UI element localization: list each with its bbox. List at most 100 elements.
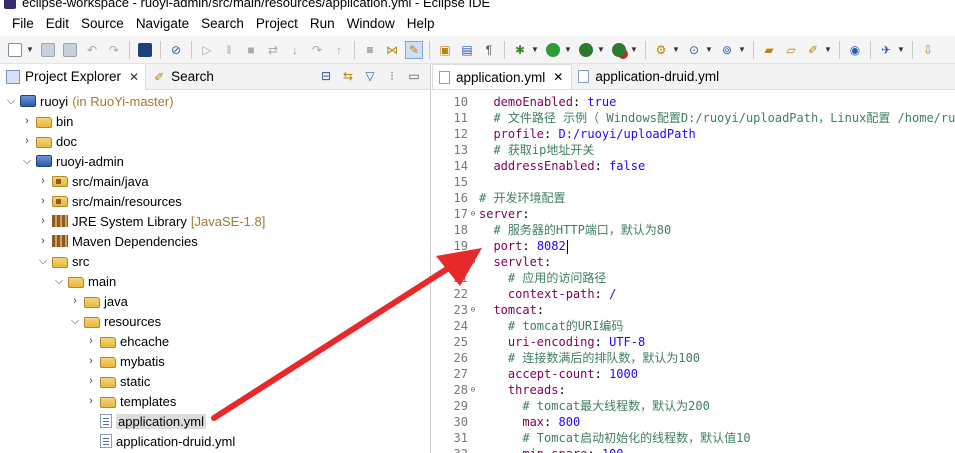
chevron-right-icon[interactable]: › bbox=[84, 355, 98, 367]
skip-breakpoints-icon[interactable]: ⊘ bbox=[167, 41, 185, 59]
menu-window[interactable]: Window bbox=[341, 12, 401, 36]
tree-item-ruoyi[interactable]: ⌵ ruoyi (in RuoYi-master) bbox=[4, 91, 174, 111]
run-dropdown-icon[interactable]: ▼ bbox=[564, 45, 572, 54]
tab-application-druid-yml[interactable]: application-druid.yml bbox=[572, 64, 727, 89]
menu-navigate[interactable]: Navigate bbox=[130, 12, 195, 36]
debug-icon[interactable]: ✱ bbox=[511, 41, 529, 59]
code-line[interactable]: 15 bbox=[432, 174, 955, 190]
tab-project-explorer[interactable]: Project Explorer ✕ bbox=[0, 63, 147, 90]
menu-help[interactable]: Help bbox=[401, 12, 441, 36]
fold-toggle-icon[interactable]: ⊖ bbox=[468, 254, 478, 270]
chevron-down-icon[interactable]: ⌵ bbox=[20, 155, 34, 168]
menu-file[interactable]: File bbox=[6, 12, 40, 36]
chevron-right-icon[interactable]: › bbox=[36, 235, 50, 247]
link-with-editor-icon[interactable]: ⇆ bbox=[340, 68, 356, 84]
terminal-icon[interactable] bbox=[136, 41, 154, 59]
code-line[interactable]: 21 # 应用的访问路径 bbox=[432, 270, 955, 286]
debug-dropdown-icon[interactable]: ▼ bbox=[531, 45, 539, 54]
tree-item-main[interactable]: ⌵ main bbox=[52, 271, 116, 291]
coverage-icon[interactable] bbox=[577, 41, 595, 59]
toggle-mark-occurrences-icon[interactable]: ✎ bbox=[405, 40, 423, 59]
resume-icon[interactable]: ▷ bbox=[198, 41, 216, 59]
show-whitespace-icon[interactable]: ¶ bbox=[480, 41, 498, 59]
code-line[interactable]: 28 ⊖ threads: bbox=[432, 382, 955, 398]
chevron-right-icon[interactable]: › bbox=[84, 335, 98, 347]
new-java-project-dropdown-icon[interactable]: ▼ bbox=[672, 45, 680, 54]
code-line[interactable]: 24 # tomcat的URI编码 bbox=[432, 318, 955, 334]
code-line[interactable]: 17 ⊖ server: bbox=[432, 206, 955, 222]
menu-source[interactable]: Source bbox=[75, 12, 130, 36]
chevron-right-icon[interactable]: › bbox=[20, 135, 34, 147]
new-java-class-icon[interactable]: ⊚ bbox=[718, 41, 736, 59]
tree-item-mybatis[interactable]: › mybatis bbox=[84, 351, 165, 371]
use-step-filters-icon[interactable]: ≡ bbox=[361, 41, 379, 59]
code-line[interactable]: 11 # 文件路径 示例（ Windows配置D:/ruoyi/uploadPa… bbox=[432, 110, 955, 126]
new-java-package-icon[interactable]: ⊙ bbox=[685, 41, 703, 59]
chevron-down-icon[interactable]: ⌵ bbox=[68, 315, 82, 328]
code-line[interactable]: 31 # Tomcat启动初始化的线程数，默认值10 bbox=[432, 430, 955, 446]
close-icon[interactable]: ✕ bbox=[129, 70, 139, 84]
chevron-right-icon[interactable]: › bbox=[36, 175, 50, 187]
new-dropdown-icon[interactable]: ▼ bbox=[26, 45, 34, 54]
tree-item-application-yml[interactable]: application.yml bbox=[98, 411, 206, 431]
view-menu-icon[interactable]: ⁝ bbox=[384, 68, 400, 84]
web-browser-icon[interactable]: ◉ bbox=[846, 41, 864, 59]
step-return-icon[interactable]: ↑ bbox=[330, 41, 348, 59]
suspend-icon[interactable]: ‖ bbox=[220, 41, 238, 59]
code-line[interactable]: 22 context-path: / bbox=[432, 286, 955, 302]
coverage-dropdown-icon[interactable]: ▼ bbox=[597, 45, 605, 54]
step-into-icon[interactable]: ↓ bbox=[286, 41, 304, 59]
tree-item-ehcache[interactable]: › ehcache bbox=[84, 331, 169, 351]
tree-item-bin[interactable]: › bin bbox=[20, 111, 73, 131]
chevron-down-icon[interactable]: ⌵ bbox=[4, 95, 18, 108]
open-project-icon[interactable]: ▰ bbox=[760, 41, 778, 59]
tree-item-doc[interactable]: › doc bbox=[20, 131, 77, 151]
new-java-class-dropdown-icon[interactable]: ▼ bbox=[738, 45, 746, 54]
save-all-icon[interactable] bbox=[61, 41, 79, 59]
collapse-all-icon[interactable]: ⊟ bbox=[318, 68, 334, 84]
tree-item-static[interactable]: › static bbox=[84, 371, 150, 391]
chevron-right-icon[interactable]: › bbox=[68, 295, 82, 307]
pin-editor-icon[interactable]: ✈ bbox=[877, 41, 895, 59]
new-icon[interactable] bbox=[6, 41, 24, 59]
external-tools-icon[interactable] bbox=[610, 41, 628, 59]
new-java-package-dropdown-icon[interactable]: ▼ bbox=[705, 45, 713, 54]
fold-toggle-icon[interactable]: ⊖ bbox=[468, 382, 478, 398]
menu-search[interactable]: Search bbox=[195, 12, 250, 36]
fold-toggle-icon[interactable]: ⊖ bbox=[468, 302, 478, 318]
code-editor[interactable]: 10 demoEnabled: true 11 # 文件路径 示例（ Window… bbox=[432, 90, 955, 453]
chevron-right-icon[interactable]: › bbox=[84, 395, 98, 407]
code-line[interactable]: 26 # 连接数满后的排队数，默认为100 bbox=[432, 350, 955, 366]
code-line[interactable]: 27 accept-count: 1000 bbox=[432, 366, 955, 382]
new-java-project-icon[interactable]: ⚙ bbox=[652, 41, 670, 59]
search-tool-dropdown-icon[interactable]: ▼ bbox=[824, 45, 832, 54]
step-over-icon[interactable]: ↷ bbox=[308, 41, 326, 59]
code-line[interactable]: 18 # 服务器的HTTP端口，默认为80 bbox=[432, 222, 955, 238]
close-icon[interactable]: ✕ bbox=[553, 70, 563, 84]
tab-search[interactable]: ✐ Search bbox=[146, 64, 220, 90]
tree-item-resources[interactable]: ⌵ resources bbox=[68, 311, 161, 331]
code-line[interactable]: 32 min-spare: 100 bbox=[432, 446, 955, 453]
code-line[interactable]: 23 ⊖ tomcat: bbox=[432, 302, 955, 318]
code-line[interactable]: 10 demoEnabled: true bbox=[432, 94, 955, 110]
code-line[interactable]: 16 # 开发环境配置 bbox=[432, 190, 955, 206]
search-tool-icon[interactable]: ✐ bbox=[804, 41, 822, 59]
code-line[interactable]: 29 # tomcat最大线程数，默认为200 bbox=[432, 398, 955, 414]
pin-editor-dropdown-icon[interactable]: ▼ bbox=[897, 45, 905, 54]
chevron-down-icon[interactable]: ⌵ bbox=[36, 255, 50, 268]
minimize-icon[interactable]: ▭ bbox=[406, 68, 422, 84]
undo-icon[interactable]: ↶ bbox=[83, 41, 101, 59]
fold-toggle-icon[interactable]: ⊖ bbox=[468, 206, 478, 222]
menu-run[interactable]: Run bbox=[304, 12, 341, 36]
filter-icon[interactable]: ▽ bbox=[362, 68, 378, 84]
tree-item-application-druid-yml[interactable]: application-druid.yml bbox=[98, 431, 235, 451]
chevron-right-icon[interactable]: › bbox=[36, 195, 50, 207]
tree-item-java[interactable]: › java bbox=[68, 291, 128, 311]
code-line[interactable]: 25 uri-encoding: UTF-8 bbox=[432, 334, 955, 350]
toggle-word-wrap-icon[interactable]: ⋈ bbox=[383, 41, 401, 59]
code-line[interactable]: 14 addressEnabled: false bbox=[432, 158, 955, 174]
open-task-icon[interactable]: ▤ bbox=[458, 41, 476, 59]
open-type-icon[interactable]: ▣ bbox=[436, 41, 454, 59]
code-line[interactable]: 30 max: 800 bbox=[432, 414, 955, 430]
redo-icon[interactable]: ↷ bbox=[105, 41, 123, 59]
